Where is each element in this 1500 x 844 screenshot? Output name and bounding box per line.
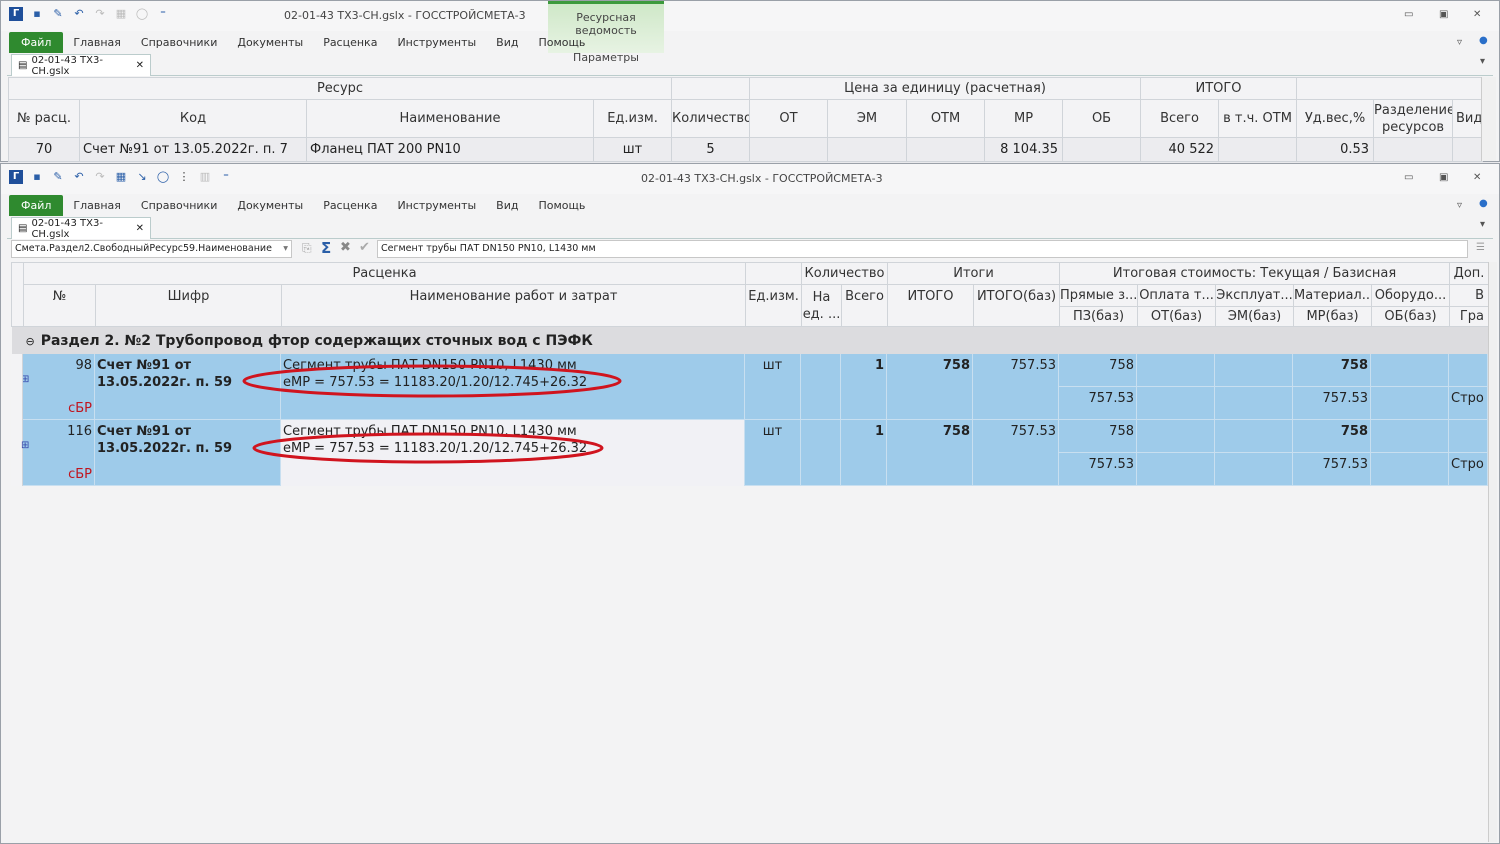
annotation-ellipse xyxy=(242,364,622,398)
annotation-layer xyxy=(242,364,622,464)
annotation-ellipse xyxy=(252,432,604,464)
